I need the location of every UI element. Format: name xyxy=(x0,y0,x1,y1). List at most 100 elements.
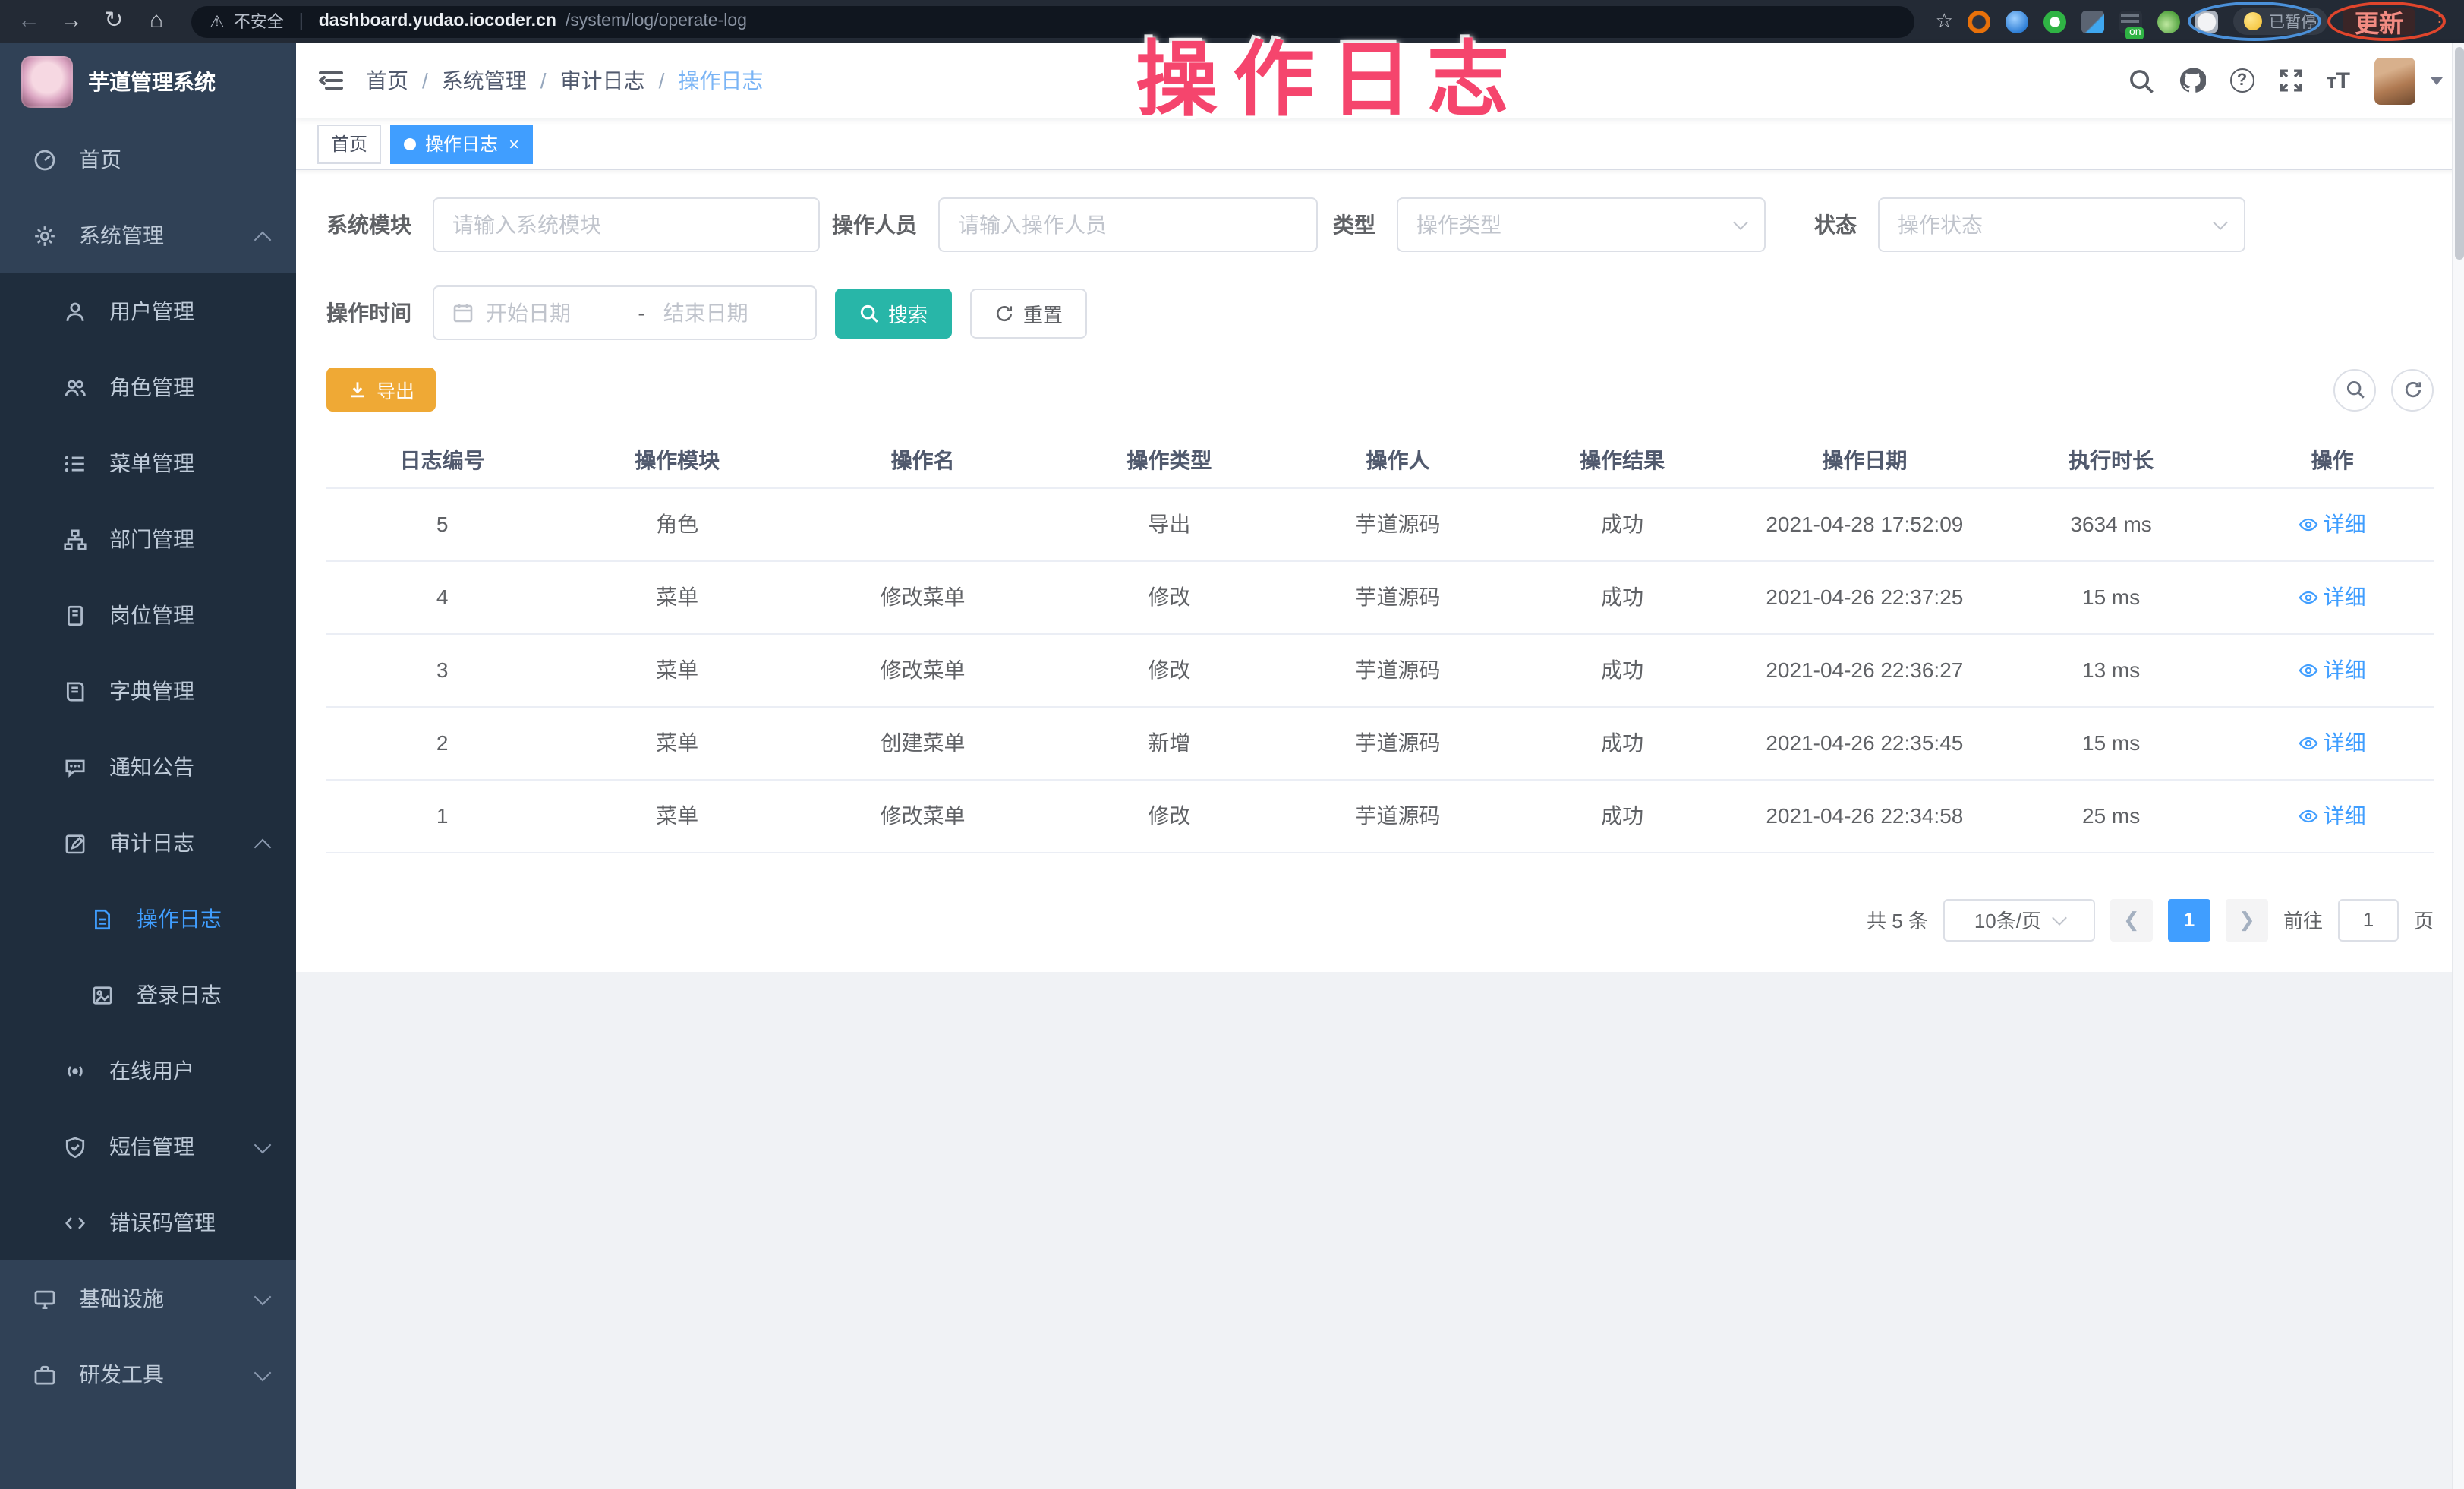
address-bar[interactable]: ⚠ 不安全 | dashboard.yudao.iocoder.cn/syste… xyxy=(191,5,1914,37)
table-row: 5角色导出芋道源码成功2021-04-28 17:52:093634 ms 详细 xyxy=(326,487,2434,560)
reload-icon[interactable]: ↻ xyxy=(100,0,128,43)
type-select[interactable]: 操作类型 xyxy=(1397,197,1766,252)
chevron-down-icon xyxy=(254,1364,272,1382)
list-icon xyxy=(61,452,88,475)
monitor-icon xyxy=(30,1287,58,1310)
date-range-picker[interactable]: 开始日期 - 结束日期 xyxy=(433,285,817,340)
search-button[interactable]: 搜索 xyxy=(835,288,952,338)
ext-green-v-icon[interactable] xyxy=(2044,10,2067,33)
detail-link[interactable]: 详细 xyxy=(2299,655,2366,685)
pagination: 共 5 条 10条/页 ❮ 1 ❯ 前往 页 xyxy=(326,898,2434,941)
page-1-button[interactable]: 1 xyxy=(2168,898,2210,941)
forward-icon[interactable]: → xyxy=(58,0,85,43)
chevron-down-icon xyxy=(1733,215,1748,230)
app-logo[interactable]: 芋道管理系统 xyxy=(0,43,296,121)
chevron-down-icon xyxy=(254,1289,272,1306)
sidebar-item-operate-log[interactable]: 操作日志 xyxy=(0,881,296,957)
col-actions: 操作 xyxy=(2231,433,2434,487)
bookmark-star-icon[interactable]: ☆ xyxy=(1936,9,1953,33)
col-module: 操作模块 xyxy=(558,433,796,487)
warning-icon: ⚠ xyxy=(210,11,225,31)
id-badge-icon xyxy=(61,604,88,626)
avatar[interactable] xyxy=(2374,57,2415,104)
page-size-select[interactable]: 10条/页 xyxy=(1943,898,2095,941)
sidebar-item-online-users[interactable]: 在线用户 xyxy=(0,1033,296,1109)
paused-label: 已暂停 xyxy=(2269,10,2317,33)
ext-puzzle-icon[interactable] xyxy=(2196,10,2219,33)
sidebar-item-system-mgmt[interactable]: 系统管理 xyxy=(0,197,296,273)
refresh-button[interactable] xyxy=(2391,368,2434,411)
gear-icon xyxy=(30,224,58,247)
col-result: 操作结果 xyxy=(1506,433,1738,487)
sidebar-item-sms-mgmt[interactable]: 短信管理 xyxy=(0,1109,296,1185)
module-input[interactable] xyxy=(433,197,820,252)
ext-leaf-icon[interactable] xyxy=(2158,10,2181,33)
breadcrumb-audit[interactable]: 审计日志 xyxy=(560,65,645,96)
tag-home[interactable]: 首页 xyxy=(317,124,381,163)
sidebar-item-dict-mgmt[interactable]: 字典管理 xyxy=(0,653,296,729)
status-select[interactable]: 操作状态 xyxy=(1878,197,2245,252)
github-icon[interactable] xyxy=(2178,67,2205,94)
goto-page-input[interactable] xyxy=(2338,898,2399,941)
table-header-row: 日志编号 操作模块 操作名 操作类型 操作人 操作结果 操作日期 执行时长 操作 xyxy=(326,433,2434,487)
operator-label: 操作人员 xyxy=(832,210,917,240)
briefcase-icon xyxy=(30,1363,58,1386)
sidebar-item-error-code-mgmt[interactable]: 错误码管理 xyxy=(0,1185,296,1260)
detail-link[interactable]: 详细 xyxy=(2299,582,2366,612)
export-button[interactable]: 导出 xyxy=(326,368,436,412)
code-icon xyxy=(61,1211,88,1234)
sidebar-item-infrastructure[interactable]: 基础设施 xyxy=(0,1260,296,1336)
table-row: 1菜单修改菜单修改芋道源码成功2021-04-26 22:34:5825 ms … xyxy=(326,779,2434,852)
table-row: 4菜单修改菜单修改芋道源码成功2021-04-26 22:37:2515 ms … xyxy=(326,560,2434,633)
ext-drop-icon[interactable] xyxy=(2006,10,2029,33)
sidebar-item-post-mgmt[interactable]: 岗位管理 xyxy=(0,577,296,653)
detail-link[interactable]: 详细 xyxy=(2299,727,2366,758)
shield-icon xyxy=(61,1135,88,1158)
type-label: 类型 xyxy=(1333,210,1375,240)
search-icon[interactable] xyxy=(2128,68,2154,93)
help-icon[interactable]: ? xyxy=(2229,68,2254,93)
chevron-down-icon xyxy=(2051,910,2066,925)
detail-link[interactable]: 详细 xyxy=(2299,509,2366,539)
ext-switch-on-icon[interactable]: on xyxy=(2120,10,2143,33)
top-navbar: 首页 / 系统管理 / 审计日志 / 操作日志 ? TT xyxy=(296,43,2464,118)
url-host: dashboard.yudao.iocoder.cn xyxy=(319,12,556,30)
sidebar-item-notice[interactable]: 通知公告 xyxy=(0,729,296,805)
browser-menu-icon[interactable]: ⋮ xyxy=(2431,11,2449,32)
sidebar-item-dev-tools[interactable]: 研发工具 xyxy=(0,1336,296,1412)
hamburger-icon[interactable] xyxy=(317,68,345,93)
scrollbar[interactable] xyxy=(2452,43,2464,1489)
avatar-caret-icon[interactable] xyxy=(2431,77,2443,84)
breadcrumb-system[interactable]: 系统管理 xyxy=(442,65,527,96)
scrollbar-thumb[interactable] xyxy=(2455,47,2464,260)
status-label: 状态 xyxy=(1814,210,1857,240)
ext-shield-icon[interactable] xyxy=(1968,10,1991,33)
col-log-id: 日志编号 xyxy=(326,433,558,487)
ext-translate-icon[interactable] xyxy=(2082,10,2105,33)
home-icon[interactable]: ⌂ xyxy=(143,0,170,43)
chrome-update-button[interactable]: 更新 xyxy=(2343,8,2415,35)
sidebar-item-user-mgmt[interactable]: 用户管理 xyxy=(0,273,296,349)
show-search-button[interactable] xyxy=(2333,368,2376,411)
col-duration: 执行时长 xyxy=(1991,433,2231,487)
close-icon[interactable]: × xyxy=(509,133,519,154)
operator-input[interactable] xyxy=(938,197,1318,252)
end-date-placeholder: 结束日期 xyxy=(663,298,797,328)
reset-button[interactable]: 重置 xyxy=(970,288,1087,338)
next-page-button[interactable]: ❯ xyxy=(2226,898,2268,941)
detail-link[interactable]: 详细 xyxy=(2299,800,2366,831)
tag-operate-log[interactable]: 操作日志 × xyxy=(390,124,533,163)
sidebar-item-audit-log[interactable]: 审计日志 xyxy=(0,805,296,881)
frame-icon xyxy=(88,983,115,1006)
fullscreen-icon[interactable] xyxy=(2278,68,2302,93)
sidebar-item-home[interactable]: 首页 xyxy=(0,121,296,197)
back-icon[interactable]: ← xyxy=(15,0,43,43)
breadcrumb-home[interactable]: 首页 xyxy=(366,65,408,96)
sidebar-item-menu-mgmt[interactable]: 菜单管理 xyxy=(0,425,296,501)
profile-paused-chip[interactable]: 已暂停 xyxy=(2234,8,2327,35)
sidebar-item-login-log[interactable]: 登录日志 xyxy=(0,957,296,1033)
prev-page-button[interactable]: ❮ xyxy=(2110,898,2153,941)
font-size-icon[interactable]: TT xyxy=(2327,68,2350,93)
sidebar-item-dept-mgmt[interactable]: 部门管理 xyxy=(0,501,296,577)
sidebar-item-role-mgmt[interactable]: 角色管理 xyxy=(0,349,296,425)
